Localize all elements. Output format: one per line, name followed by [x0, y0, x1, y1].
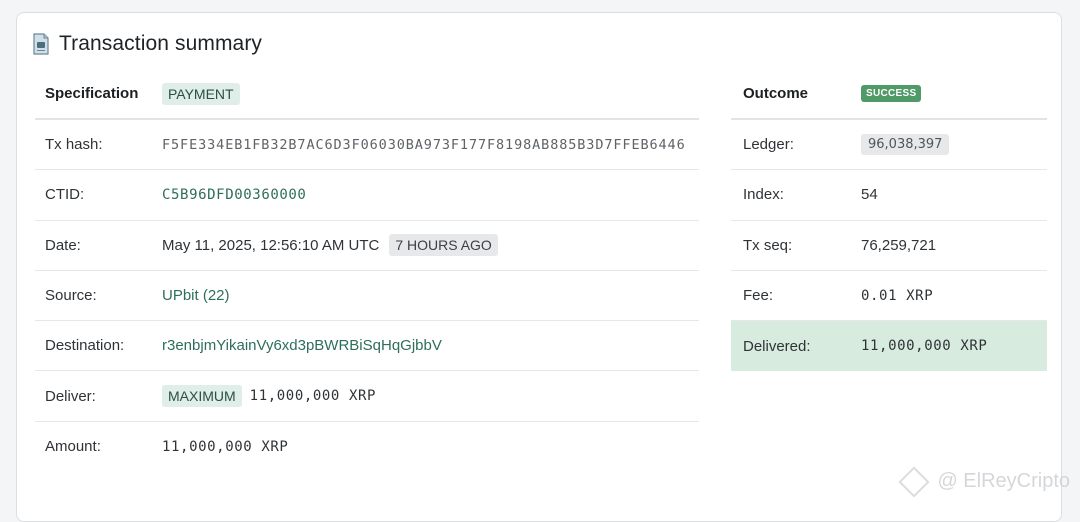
ledger-link[interactable]: 96,038,397 — [861, 134, 950, 156]
watermark: @ ElReyCripto — [898, 465, 1070, 498]
payment-type-badge: PAYMENT — [162, 82, 240, 105]
table-row: Index: 54 — [731, 170, 1047, 221]
specification-table: Specification PAYMENT Tx hash: F5FE334EB… — [35, 69, 699, 472]
deliver-amount: 11,000,000 XRP — [249, 388, 377, 405]
source-link[interactable]: UPbit (22) — [162, 287, 230, 304]
binance-logo-icon — [898, 465, 930, 498]
table-row: Deliver: MAXIMUM 11,000,000 XRP — [35, 371, 699, 422]
table-row: Date: May 11, 2025, 12:56:10 AM UTC 7 HO… — [35, 221, 699, 271]
table-row: Ledger: 96,038,397 — [731, 120, 1047, 171]
date-value: May 11, 2025, 12:56:10 AM UTC — [162, 236, 380, 254]
table-row: Destination: r3enbjmYikainVy6xd3pBWRBiSq… — [35, 321, 699, 372]
deliver-label: Deliver: — [45, 387, 96, 405]
source-label: Source: — [45, 287, 97, 305]
amount-value: 11,000,000 XRP — [162, 438, 289, 455]
table-row: Amount: 11,000,000 XRP — [35, 422, 699, 472]
maximum-badge: MAXIMUM — [162, 385, 242, 408]
amount-label: Amount: — [45, 438, 101, 456]
table-row: Specification PAYMENT — [35, 69, 699, 120]
table-row: Source: UPbit (22) — [35, 271, 699, 322]
ctid-label: CTID: — [45, 186, 85, 204]
ledger-label: Ledger: — [743, 136, 794, 154]
delivered-label: Delivered: — [743, 337, 811, 355]
destination-link[interactable]: r3enbjmYikainVy6xd3pBWRBiSqHqGjbbV — [162, 337, 442, 354]
fee-label: Fee: — [743, 287, 774, 305]
table-row: Tx hash: F5FE334EB1FB32B7AC6D3F06030BA97… — [35, 120, 699, 171]
delivered-row: Delivered: 11,000,000 XRP — [731, 321, 1047, 372]
index-label: Index: — [743, 186, 784, 204]
card-header: Transaction summary — [33, 29, 262, 59]
index-value: 54 — [861, 186, 878, 204]
outcome-table: Outcome SUCCESS Ledger: 96,038,397 Index… — [731, 69, 1047, 372]
tx-seq-value: 76,259,721 — [861, 236, 937, 254]
watermark-text: @ ElReyCripto — [937, 470, 1070, 492]
success-badge: SUCCESS — [861, 85, 922, 102]
table-row: CTID: C5B96DFD00360000 — [35, 170, 699, 221]
tx-hash-label: Tx hash: — [45, 136, 103, 154]
fee-value: 0.01 XRP — [861, 287, 934, 304]
delivered-value: 11,000,000 XRP — [861, 338, 988, 355]
table-row: Outcome SUCCESS — [731, 69, 1047, 120]
table-row: Tx seq: 76,259,721 — [731, 221, 1047, 271]
tx-seq-label: Tx seq: — [743, 236, 793, 254]
relative-time-badge: 7 HOURS AGO — [389, 234, 498, 257]
outcome-label: Outcome — [743, 85, 809, 102]
destination-label: Destination: — [45, 337, 125, 355]
table-row: Fee: 0.01 XRP — [731, 271, 1047, 322]
specification-label: Specification — [45, 85, 139, 102]
ctid-link[interactable]: C5B96DFD00360000 — [162, 187, 306, 203]
page-title: Transaction summary — [59, 32, 263, 55]
date-label: Date: — [45, 236, 81, 254]
transaction-summary-card: Transaction summary Specification PAYMEN… — [16, 12, 1062, 522]
document-icon — [33, 33, 49, 55]
tx-hash-value[interactable]: F5FE334EB1FB32B7AC6D3F06030BA973F177F819… — [162, 137, 686, 153]
